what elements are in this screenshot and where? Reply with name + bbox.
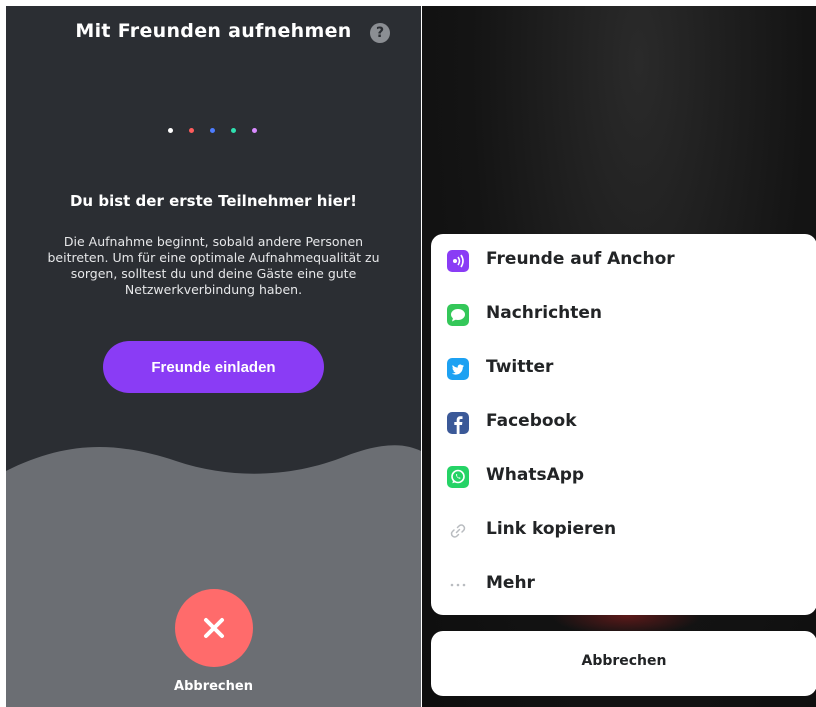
share-screen: Freunde auf Anchor Nachrichten Twitter F… [422,6,816,707]
cancel-label: Abbrechen [174,679,253,694]
share-item-copy-link[interactable]: Link kopieren [431,504,816,558]
more-icon [447,574,469,596]
cancel-sheet-label: Abbrechen [581,653,667,669]
dot-4 [231,128,236,133]
cancel-sheet-button[interactable]: Abbrechen [431,631,816,696]
share-item-label: Twitter [486,357,554,377]
invite-friends-button[interactable]: Freunde einladen [103,341,324,393]
share-item-anchor[interactable]: Freunde auf Anchor [431,234,816,288]
dot-1 [168,128,173,133]
status-heading: Du bist der erste Teilnehmer hier! [69,192,358,210]
share-item-label: Link kopieren [486,519,617,539]
record-with-friends-screen: Mit Freunden aufnehmen ? Du bist der ers… [6,6,421,707]
share-item-label: Freunde auf Anchor [486,249,675,269]
info-text: Die Aufnahme beginnt, sobald andere Pers… [47,234,380,297]
share-item-twitter[interactable]: Twitter [431,342,816,396]
share-item-label: Nachrichten [486,303,603,323]
link-icon [447,520,469,542]
page-title: Mit Freunden aufnehmen [75,20,352,42]
share-item-more[interactable]: Mehr [431,558,816,612]
facebook-icon [447,412,469,434]
twitter-icon [447,358,469,380]
help-icon[interactable]: ? [370,23,390,43]
share-item-facebook[interactable]: Facebook [431,396,816,450]
cancel-button[interactable] [175,589,253,667]
dot-3 [210,128,215,133]
share-item-label: Facebook [486,411,577,431]
share-item-whatsapp[interactable]: WhatsApp [431,450,816,504]
dot-5 [252,128,257,133]
dot-2 [189,128,194,133]
share-item-label: WhatsApp [486,465,585,485]
messages-icon [447,304,469,326]
close-icon [204,618,224,638]
whatsapp-icon [447,466,469,488]
share-item-messages[interactable]: Nachrichten [431,288,816,342]
share-sheet: Freunde auf Anchor Nachrichten Twitter F… [431,234,816,615]
share-item-label: Mehr [486,573,535,593]
anchor-icon [447,250,469,272]
